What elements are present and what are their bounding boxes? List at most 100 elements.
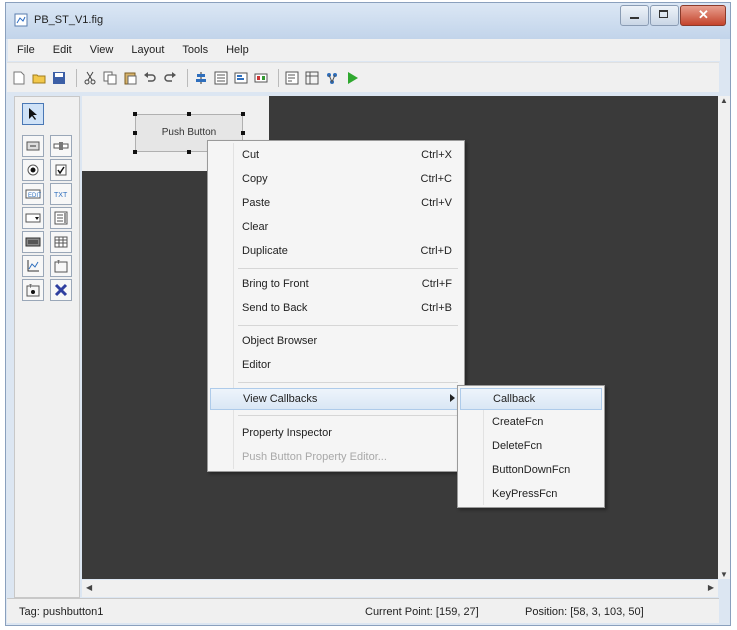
activex-control-icon <box>54 283 68 297</box>
menu-item-object-browser[interactable]: Object Browser <box>210 331 462 353</box>
paste-icon[interactable] <box>122 70 138 86</box>
selection-handle[interactable] <box>133 150 137 154</box>
new-icon[interactable] <box>11 70 27 86</box>
edit-text-icon: EDIT <box>25 189 41 199</box>
radio-button-tool[interactable] <box>22 159 44 181</box>
fig-app-icon <box>14 13 28 27</box>
copy-icon[interactable] <box>102 70 118 86</box>
selection-handle[interactable] <box>187 150 191 154</box>
push-button-tool[interactable] <box>22 135 44 157</box>
open-icon[interactable] <box>31 70 47 86</box>
mfile-editor-icon[interactable] <box>284 70 300 86</box>
axes-tool[interactable] <box>22 255 44 277</box>
menu-editor-icon[interactable] <box>213 70 229 86</box>
menu-item-duplicate[interactable]: Duplicate Ctrl+D <box>210 241 462 263</box>
toolbar <box>7 62 719 92</box>
scroll-left-icon[interactable]: ◀ <box>86 583 92 592</box>
menu-view[interactable]: View <box>81 44 123 56</box>
minimize-button[interactable] <box>620 5 649 26</box>
menu-file[interactable]: File <box>8 44 44 56</box>
save-icon[interactable] <box>51 70 67 86</box>
vertical-scrollbar[interactable]: ▲ ▼ <box>718 96 730 579</box>
push-button-icon <box>26 141 40 151</box>
status-position: Position: [58, 3, 103, 50] <box>525 606 644 618</box>
submenu-item-deletefcn[interactable]: DeleteFcn <box>460 436 602 458</box>
submenu-item-callback[interactable]: Callback <box>460 388 602 410</box>
redo-icon[interactable] <box>162 70 178 86</box>
panel-tool[interactable]: T <box>50 255 72 277</box>
slider-tool[interactable] <box>50 135 72 157</box>
menu-item-bring-to-front[interactable]: Bring to Front Ctrl+F <box>210 274 462 296</box>
submenu-item-buttondownfcn[interactable]: ButtonDownFcn <box>460 460 602 482</box>
menu-item-editor[interactable]: Editor <box>210 355 462 377</box>
toggle-button-tool[interactable] <box>22 231 44 253</box>
selection-handle[interactable] <box>133 131 137 135</box>
maximize-button[interactable] <box>650 5 679 26</box>
menu-item-view-callbacks[interactable]: View Callbacks <box>210 388 462 410</box>
toolbar-separator <box>76 68 77 87</box>
shortcut-label: Ctrl+V <box>421 197 452 209</box>
toolbar-editor-icon[interactable] <box>253 70 269 86</box>
shortcut-label: Ctrl+D <box>420 245 452 257</box>
menu-item-property-inspector[interactable]: Property Inspector <box>210 423 462 445</box>
select-tool[interactable] <box>22 103 44 125</box>
close-icon: ✕ <box>698 7 709 22</box>
panel-icon: T <box>54 260 68 273</box>
activex-control-tool[interactable] <box>50 279 72 301</box>
property-inspector-icon[interactable] <box>304 70 320 86</box>
shortcut-label: Ctrl+B <box>421 302 452 314</box>
menu-help[interactable]: Help <box>217 44 258 56</box>
run-icon[interactable] <box>344 70 360 86</box>
align-icon[interactable] <box>193 70 209 86</box>
svg-text:T: T <box>29 284 32 290</box>
check-box-tool[interactable] <box>50 159 72 181</box>
slider-icon <box>53 142 69 150</box>
title-bar[interactable]: PB_ST_V1.fig ✕ <box>6 3 730 39</box>
menu-item-copy[interactable]: Copy Ctrl+C <box>210 169 462 191</box>
static-text-tool[interactable]: TXT <box>50 183 72 205</box>
selection-handle[interactable] <box>133 112 137 116</box>
status-current-point: Current Point: [159, 27] <box>365 606 479 618</box>
menu-layout[interactable]: Layout <box>122 44 173 56</box>
shortcut-label: Ctrl+F <box>421 278 452 290</box>
toolbar-separator <box>187 68 188 87</box>
scroll-right-icon[interactable]: ▶ <box>708 583 714 592</box>
submenu-item-keypressfcn[interactable]: KeyPressFcn <box>460 484 602 506</box>
scroll-up-icon[interactable]: ▲ <box>720 96 728 105</box>
selection-handle[interactable] <box>241 112 245 116</box>
undo-icon[interactable] <box>142 70 158 86</box>
menu-item-cut[interactable]: Cut Ctrl+X <box>210 145 462 167</box>
toggle-button-icon <box>25 237 41 247</box>
close-button[interactable]: ✕ <box>680 5 726 26</box>
menu-item-paste[interactable]: Paste Ctrl+V <box>210 193 462 215</box>
shortcut-label: Ctrl+C <box>420 173 452 185</box>
selection-handle[interactable] <box>187 112 191 116</box>
check-box-icon <box>55 164 67 176</box>
edit-text-tool[interactable]: EDIT <box>22 183 44 205</box>
popup-menu-tool[interactable] <box>22 207 44 229</box>
svg-text:EDIT: EDIT <box>28 193 41 199</box>
horizontal-scrollbar[interactable]: ◀ ▶ <box>82 580 718 597</box>
object-browser-icon[interactable] <box>324 70 340 86</box>
context-menu: Cut Ctrl+X Copy Ctrl+C Paste Ctrl+V Clear D… <box>207 140 465 472</box>
menu-item-send-to-back[interactable]: Send to Back Ctrl+B <box>210 298 462 320</box>
selection-handle[interactable] <box>241 131 245 135</box>
scroll-down-icon[interactable]: ▼ <box>720 570 728 579</box>
status-bar: Tag: pushbutton1 Current Point: [159, 27… <box>7 598 719 623</box>
table-icon <box>54 236 68 248</box>
submenu-item-createfcn[interactable]: CreateFcn <box>460 412 602 434</box>
shortcut-label: Ctrl+X <box>421 149 452 161</box>
tab-order-icon[interactable] <box>233 70 249 86</box>
radio-button-icon <box>27 164 39 176</box>
svg-text:TXT: TXT <box>54 192 68 199</box>
cut-icon[interactable] <box>82 70 98 86</box>
menu-edit[interactable]: Edit <box>44 44 81 56</box>
menu-tools[interactable]: Tools <box>173 44 217 56</box>
menu-item-clear[interactable]: Clear <box>210 217 462 239</box>
static-text-icon: TXT <box>54 192 68 199</box>
table-tool[interactable] <box>50 231 72 253</box>
button-group-tool[interactable]: T <box>22 279 44 301</box>
axes-icon <box>27 260 39 272</box>
listbox-tool[interactable] <box>50 207 72 229</box>
window-title: PB_ST_V1.fig <box>34 14 104 26</box>
